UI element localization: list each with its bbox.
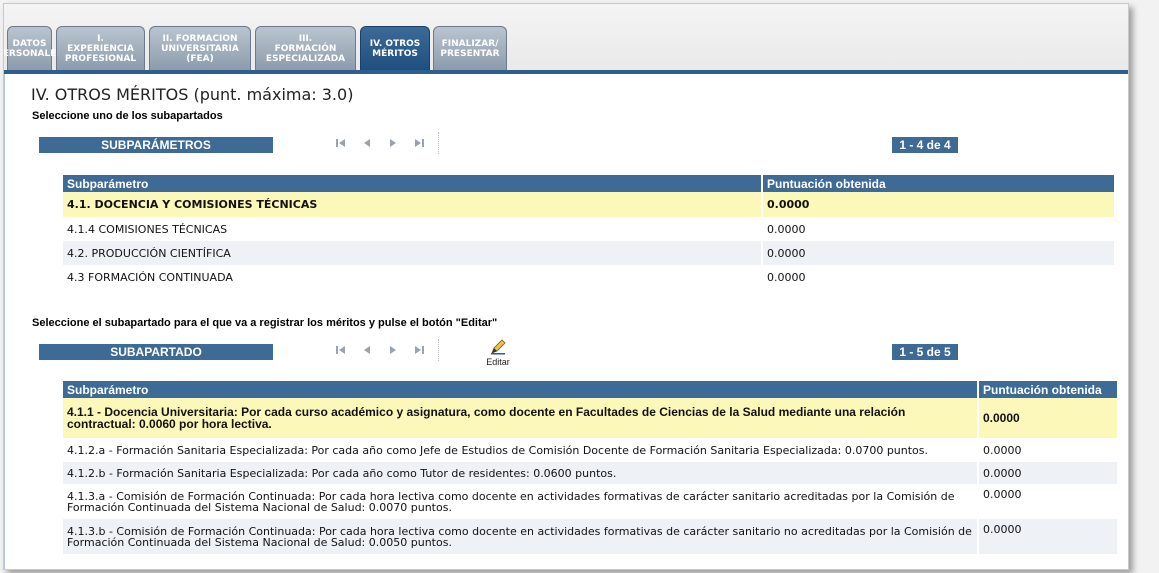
- section2-instruction: Seleccione el subapartado para el que va…: [32, 317, 498, 329]
- section1-pager: [328, 132, 440, 154]
- row-name: 4.1.2.a - Formación Sanitaria Especializ…: [63, 438, 979, 462]
- table-row[interactable]: 4.1.3.a - Comisión de Formación Continua…: [63, 484, 1119, 519]
- table-row[interactable]: 4.1.4 COMISIONES TÉCNICAS 0.0000: [63, 217, 1116, 241]
- tab-datos-personales[interactable]: DATOS PERSONALES: [4, 26, 63, 70]
- row-name: 4.1.3.a - Comisión de Formación Continua…: [63, 484, 979, 519]
- next-page-icon[interactable]: [380, 343, 406, 357]
- subapartado-table: Subparámetro Puntuación obtenida 4.1.1 -…: [63, 381, 1119, 554]
- tab-formacion-especializada[interactable]: III. FORMACIÓN ESPECIALIZADA: [255, 26, 356, 70]
- subparametros-table: Subparámetro Puntuación obtenida 4.1. DO…: [63, 175, 1116, 289]
- table-row[interactable]: 4.1. DOCENCIA Y COMISIONES TÉCNICAS 0.00…: [63, 192, 1116, 217]
- table-row[interactable]: 4.1.3.b - Comisión de Formación Continua…: [63, 519, 1119, 554]
- column-header-subparametro: Subparámetro: [63, 175, 763, 192]
- last-page-icon[interactable]: [406, 136, 432, 150]
- row-score: 0.0000: [762, 241, 1116, 265]
- last-page-icon[interactable]: [406, 343, 432, 357]
- section2-pager: [328, 339, 440, 361]
- table-row[interactable]: 4.3 FORMACIÓN CONTINUADA 0.0000: [63, 265, 1116, 289]
- row-score: 0.0000: [762, 265, 1116, 289]
- table-row[interactable]: 4.1.2.a - Formación Sanitaria Especializ…: [63, 438, 1119, 462]
- tab-otros-meritos[interactable]: IV. OTROS MÉRITOS: [360, 26, 430, 70]
- row-name: 4.1. DOCENCIA Y COMISIONES TÉCNICAS: [63, 192, 763, 217]
- table-row[interactable]: 4.1.2.b - Formación Sanitaria Especializ…: [63, 462, 1119, 484]
- tab-formacion-universitaria[interactable]: II. FORMACION UNIVERSITARIA (FEA): [149, 26, 251, 70]
- subparametros-bar: SUBPARÁMETROS: [39, 137, 273, 153]
- tab-bar: DATOS PERSONALES I. EXPERIENCIA PROFESIO…: [4, 4, 1128, 72]
- row-name: 4.3 FORMACIÓN CONTINUADA: [63, 265, 763, 289]
- table-row[interactable]: 4.2. PRODUCCIÓN CIENTÍFICA 0.0000: [63, 241, 1116, 265]
- row-name: 4.1.2.b - Formación Sanitaria Especializ…: [63, 462, 979, 484]
- row-score: 0.0000: [978, 462, 1119, 484]
- pager-separator: [438, 339, 440, 361]
- pager-separator: [438, 132, 440, 154]
- tab-finalizar-presentar[interactable]: FINALIZAR/ PRESENTAR: [433, 26, 507, 70]
- section1-counter: 1 - 4 de 4: [892, 137, 958, 153]
- row-name: 4.1.1 - Docencia Universitaria: Por cada…: [63, 398, 979, 438]
- page-title: IV. OTROS MÉRITOS (punt. máxima: 3.0): [31, 85, 354, 104]
- column-header-subparametro: Subparámetro: [63, 381, 979, 398]
- row-name: 4.1.4 COMISIONES TÉCNICAS: [63, 217, 763, 241]
- edit-icon: [491, 339, 506, 355]
- row-name: 4.2. PRODUCCIÓN CIENTÍFICA: [63, 241, 763, 265]
- section2-counter: 1 - 5 de 5: [892, 344, 958, 360]
- table-row[interactable]: 4.1.1 - Docencia Universitaria: Por cada…: [63, 398, 1119, 438]
- subapartado-bar: SUBAPARTADO: [39, 344, 273, 360]
- first-page-icon[interactable]: [328, 343, 354, 357]
- row-score: 0.0000: [762, 217, 1116, 241]
- row-score: 0.0000: [762, 192, 1116, 217]
- row-score: 0.0000: [978, 519, 1119, 554]
- table-header: Subparámetro Puntuación obtenida: [63, 175, 1116, 192]
- row-name: 4.1.3.b - Comisión de Formación Continua…: [63, 519, 979, 554]
- edit-label: Editar: [486, 357, 510, 367]
- row-score: 0.0000: [978, 438, 1119, 462]
- row-score: 0.0000: [978, 398, 1119, 438]
- tab-experiencia-profesional[interactable]: I. EXPERIENCIA PROFESIONAL: [56, 26, 145, 70]
- column-header-puntuacion: Puntuación obtenida: [978, 381, 1119, 398]
- table-header: Subparámetro Puntuación obtenida: [63, 381, 1119, 398]
- prev-page-icon[interactable]: [354, 343, 380, 357]
- next-page-icon[interactable]: [380, 136, 406, 150]
- column-header-puntuacion: Puntuación obtenida: [762, 175, 1116, 192]
- row-score: 0.0000: [978, 484, 1119, 519]
- prev-page-icon[interactable]: [354, 136, 380, 150]
- edit-button[interactable]: Editar: [478, 339, 518, 367]
- section1-instruction: Seleccione uno de los subapartados: [32, 110, 223, 122]
- first-page-icon[interactable]: [328, 136, 354, 150]
